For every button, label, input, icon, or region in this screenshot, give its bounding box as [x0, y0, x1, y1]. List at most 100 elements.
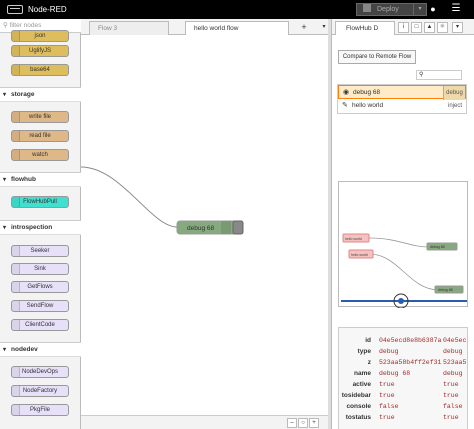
palette-node-label: ClientCode: [25, 322, 55, 328]
sidebar-search-input[interactable]: ⚲: [416, 70, 462, 80]
table-row: type debug debug: [357, 348, 463, 355]
node-icon: [12, 282, 20, 292]
palette-node-label: write file: [28, 114, 51, 120]
palette-node-nodefactory[interactable]: NodeFactory: [11, 385, 69, 397]
palette-node-label: watch: [32, 152, 48, 158]
palette-node-flowhubpull[interactable]: FlowHubPull: [11, 196, 69, 208]
palette-node-label: read file: [29, 133, 51, 139]
palette-node-getflows[interactable]: GetFlows: [11, 281, 69, 293]
node-icon: [12, 150, 20, 160]
palette-node-base64[interactable]: base64: [11, 64, 69, 76]
node-icon: [12, 264, 20, 274]
list-item[interactable]: ◉ debug 68 debug: [338, 85, 466, 100]
sidebar-tabs: FlowHub D i □ ▲ ⚛ ▾: [332, 19, 474, 35]
header-bar: Node-RED Deploy ▾ ● ☰: [0, 0, 474, 19]
wire: [368, 253, 440, 291]
canvas-node-label: debug 68: [187, 225, 214, 232]
search-icon: ⚲: [419, 72, 424, 78]
palette-node-label: Sink: [34, 266, 46, 272]
info-icon[interactable]: i: [398, 22, 409, 33]
node-red-logo-icon: [7, 5, 23, 14]
palette-node-json[interactable]: json: [11, 30, 69, 42]
node-icon: [12, 301, 20, 311]
app-name: Node-RED: [28, 5, 67, 14]
palette-node-label: FlowHubPull: [23, 199, 57, 205]
user-icon[interactable]: ●: [426, 3, 440, 16]
workspace: Flow 3 hello world flow + ▾ debug 68 – ○…: [80, 19, 331, 429]
palette-node-label: UglifyJS: [28, 48, 51, 54]
main-menu-icon[interactable]: ☰: [448, 3, 464, 16]
list-item[interactable]: ✎ hello world inject: [338, 99, 466, 113]
node-icon: [12, 112, 20, 122]
node-palette: ⚲ filter nodes json UglifyJS base64 stor…: [0, 19, 81, 429]
category-introspection[interactable]: introspection: [0, 220, 81, 235]
search-icon: ⚲: [3, 22, 10, 29]
tab-flowhub-diff[interactable]: FlowHub D: [335, 21, 395, 35]
add-tab-button[interactable]: +: [297, 21, 311, 33]
table-row: tosidebar true true: [341, 392, 459, 399]
palette-node-uglifyjs[interactable]: UglifyJS: [11, 45, 69, 57]
compare-remote-flow-button[interactable]: Compare to Remote Flow: [338, 50, 416, 64]
category-flowhub[interactable]: flowhub: [0, 172, 81, 187]
category-storage[interactable]: storage: [0, 87, 81, 102]
palette-node-label: NodeFactory: [22, 388, 58, 394]
preview-label: hello world: [345, 237, 362, 241]
debug-toggle-button[interactable]: [232, 220, 244, 235]
category-nodedev[interactable]: nodedev: [0, 342, 81, 357]
book-icon[interactable]: □: [411, 22, 422, 33]
palette-node-label: Seeker: [30, 248, 50, 254]
preview-diagram: hello world hello world debug 68 debug 6…: [341, 233, 467, 309]
palette-node-read-file[interactable]: read file: [11, 130, 69, 142]
node-icon: [12, 367, 20, 377]
deploy-label: Deploy: [377, 6, 399, 13]
node-icon: [12, 131, 20, 141]
node-icon: [12, 197, 20, 207]
palette-node-pkgfile[interactable]: PkgFile: [11, 404, 69, 416]
diff-node-list: ◉ debug 68 debug ✎ hello world inject: [337, 84, 467, 114]
flow-canvas[interactable]: debug 68: [80, 35, 331, 415]
zoom-in-button[interactable]: +: [309, 418, 319, 428]
palette-node-seeker[interactable]: Seeker: [11, 245, 69, 257]
preview-slider-knob[interactable]: [398, 298, 404, 304]
palette-node-label: NodeDevOps: [21, 369, 59, 375]
sidebar: FlowHub D i □ ▲ ⚛ ▾ Compare to Remote Fl…: [331, 19, 474, 429]
node-icon: [221, 221, 231, 234]
table-row: name debug 68 debug: [354, 370, 463, 377]
preview-label: debug 68: [430, 245, 445, 249]
node-icon: [12, 65, 20, 75]
table-row: console false false: [346, 403, 463, 410]
node-properties-diff: id 04e5ecd8e8b6387a 04e5ec type debug debug …: [338, 327, 468, 429]
canvas-wires: debug 68: [80, 166, 244, 235]
table-row: z 523aa58b4ff2ef31 523aa5: [367, 359, 467, 366]
deploy-button[interactable]: Deploy ▾: [356, 3, 427, 16]
preview-label: debug 68: [438, 288, 453, 292]
tab-hello-world-flow[interactable]: hello world flow: [185, 21, 289, 36]
tab-flow-3[interactable]: Flow 3: [89, 21, 169, 35]
palette-node-watch[interactable]: watch: [11, 149, 69, 161]
palette-node-nodedevops[interactable]: NodeDevOps: [11, 366, 69, 378]
bug-icon[interactable]: ▲: [424, 22, 435, 33]
palette-node-sendflow[interactable]: SendFlow: [11, 300, 69, 312]
pencil-icon: ✎: [342, 102, 348, 109]
table-row: id 04e5ecd8e8b6387a 04e5ec: [365, 337, 467, 344]
palette-node-label: PkgFile: [29, 407, 50, 413]
flowhub-icon[interactable]: ⚛: [437, 22, 448, 33]
zoom-reset-button[interactable]: ○: [298, 418, 308, 428]
workspace-footer: – ○ +: [81, 415, 331, 429]
node-icon: [12, 320, 20, 330]
palette-node-label: GetFlows: [27, 284, 53, 290]
node-icon: [12, 386, 20, 396]
eye-icon: ◉: [343, 89, 350, 96]
sidebar-menu-icon[interactable]: ▾: [452, 22, 463, 33]
preview-label: hello world: [351, 253, 368, 257]
deploy-menu-button[interactable]: ▾: [413, 3, 427, 16]
node-red-editor: Node-RED Deploy ▾ ● ☰ ⚲ filter nodes jso…: [0, 0, 474, 429]
palette-node-label: base64: [30, 67, 50, 73]
palette-node-clientcode[interactable]: ClientCode: [11, 319, 69, 331]
deploy-icon: [363, 4, 371, 12]
table-row: active true true: [352, 381, 459, 388]
zoom-out-button[interactable]: –: [287, 418, 297, 428]
palette-node-sink[interactable]: Sink: [11, 263, 69, 275]
palette-node-write-file[interactable]: write file: [11, 111, 69, 123]
table-row: tostatus true true: [345, 414, 459, 421]
